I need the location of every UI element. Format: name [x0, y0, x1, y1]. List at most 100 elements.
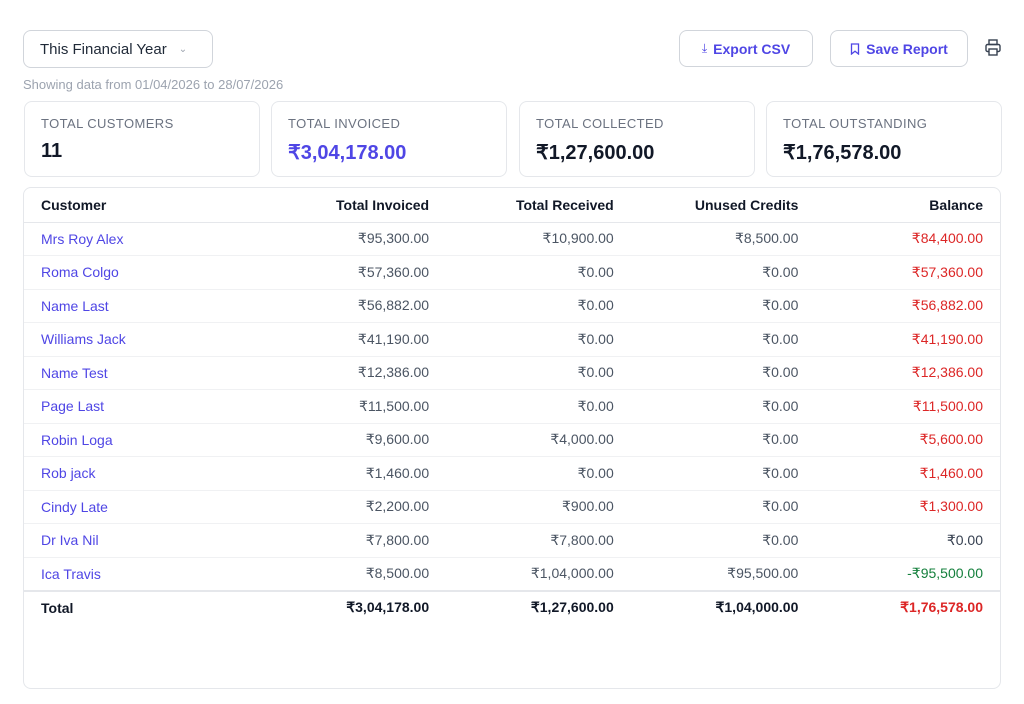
customer-name-link[interactable]: Roma Colgo — [24, 255, 224, 290]
card-value: ₹1,76,578.00 — [783, 142, 902, 164]
table-row: Cindy Late ₹2,200.00 ₹900.00 ₹0.00 ₹1,300.00 — [24, 490, 1000, 524]
customer-name-link[interactable]: Page Last — [24, 389, 224, 424]
total-invoiced-cell: ₹7,800.00 — [223, 523, 430, 558]
total-invoiced: ₹3,04,178.00 — [223, 589, 430, 624]
download-icon: ⤓ — [701, 41, 708, 55]
unused-credits-cell: ₹0.00 — [613, 423, 799, 457]
period-select-value: This Financial Year — [40, 40, 167, 58]
total-invoiced-cell: ₹56,882.00 — [223, 289, 430, 323]
table-row: Williams Jack ₹41,190.00 ₹0.00 ₹0.00 ₹41,190… — [24, 322, 1000, 357]
card-value: 11 — [41, 140, 63, 162]
unused-credits-cell: ₹0.00 — [613, 322, 799, 357]
total-invoiced-card: TOTAL INVOICED ₹3,04,178.00 — [271, 101, 507, 177]
total-received-cell: ₹7,800.00 — [429, 523, 614, 558]
printer-icon[interactable] — [985, 39, 1001, 57]
balance-cell: ₹12,386.00 — [798, 356, 1000, 390]
total-received-cell: ₹10,900.00 — [429, 222, 614, 256]
total-credits: ₹1,04,000.00 — [613, 589, 799, 624]
column-header-total-invoiced: Total Invoiced — [223, 188, 430, 223]
card-value: ₹3,04,178.00 — [288, 142, 407, 164]
card-title: TOTAL OUTSTANDING — [783, 116, 928, 131]
balance-cell: ₹41,190.00 — [798, 322, 1000, 357]
balance-cell: ₹1,460.00 — [798, 456, 1000, 491]
chevron-down-icon: ⌄ — [178, 43, 188, 55]
total-received-cell: ₹0.00 — [429, 322, 614, 357]
balance-cell: ₹1,300.00 — [798, 490, 1000, 524]
customer-name-link[interactable]: Williams Jack — [24, 322, 224, 357]
customer-balance-table: Customer Total Invoiced Total Received U… — [23, 187, 1001, 689]
customer-name-link[interactable]: Name Last — [24, 289, 224, 323]
card-title: TOTAL COLLECTED — [536, 116, 664, 131]
customer-name-link[interactable]: Dr Iva Nil — [24, 523, 224, 558]
total-received-cell: ₹4,000.00 — [429, 423, 614, 457]
total-received-cell: ₹0.00 — [429, 356, 614, 390]
balance-cell: ₹0.00 — [798, 523, 1000, 558]
unused-credits-cell: ₹0.00 — [613, 490, 799, 524]
customer-name-link[interactable]: Name Test — [24, 356, 224, 390]
customer-name-link[interactable]: Ica Travis — [24, 557, 224, 591]
total-invoiced-cell: ₹11,500.00 — [223, 389, 430, 424]
total-invoiced-cell: ₹41,190.00 — [223, 322, 430, 357]
total-received-cell: ₹0.00 — [429, 255, 614, 290]
unused-credits-cell: ₹0.00 — [613, 389, 799, 424]
total-invoiced-cell: ₹1,460.00 — [223, 456, 430, 491]
unused-credits-cell: ₹95,500.00 — [613, 557, 799, 591]
total-outstanding-card: TOTAL OUTSTANDING ₹1,76,578.00 — [766, 101, 1002, 177]
unused-credits-cell: ₹0.00 — [613, 255, 799, 290]
card-title: TOTAL CUSTOMERS — [41, 116, 174, 131]
total-invoiced-cell: ₹8,500.00 — [223, 557, 430, 591]
table-row: Ica Travis ₹8,500.00 ₹1,04,000.00 ₹95,500.0… — [24, 557, 1000, 591]
total-received: ₹1,27,600.00 — [429, 589, 614, 624]
total-invoiced-cell: ₹2,200.00 — [223, 490, 430, 524]
table-row: Mrs Roy Alex ₹95,300.00 ₹10,900.00 ₹8,500.0… — [24, 222, 1000, 256]
table-row: Page Last ₹11,500.00 ₹0.00 ₹0.00 ₹11,500.00 — [24, 389, 1000, 424]
total-received-cell: ₹0.00 — [429, 289, 614, 323]
column-header-total-received: Total Received — [429, 188, 614, 223]
unused-credits-cell: ₹0.00 — [613, 289, 799, 323]
table-total-row: Total ₹3,04,178.00 ₹1,27,600.00 ₹1,04,00… — [24, 589, 1000, 624]
unused-credits-cell: ₹8,500.00 — [613, 222, 799, 256]
unused-credits-cell: ₹0.00 — [613, 523, 799, 558]
customer-name-link[interactable]: Rob jack — [24, 456, 224, 491]
table-row: Robin Loga ₹9,600.00 ₹4,000.00 ₹0.00 ₹5,600.… — [24, 423, 1000, 457]
table-header-row: Customer Total Invoiced Total Received U… — [24, 188, 1000, 223]
customer-name-link[interactable]: Cindy Late — [24, 490, 224, 524]
column-header-balance: Balance — [798, 188, 1000, 223]
total-received-cell: ₹900.00 — [429, 490, 614, 524]
balance-cell: ₹5,600.00 — [798, 423, 1000, 457]
total-label: Total — [24, 589, 224, 624]
date-range-note: Showing data from 01/04/2026 to 28/07/20… — [23, 77, 284, 92]
unused-credits-cell: ₹0.00 — [613, 356, 799, 390]
save-report-label: Save Report — [866, 40, 948, 57]
balance-cell: ₹57,360.00 — [798, 255, 1000, 290]
table-row: Roma Colgo ₹57,360.00 ₹0.00 ₹0.00 ₹57,360.00 — [24, 255, 1000, 290]
balance-cell: -₹95,500.00 — [798, 557, 1000, 591]
column-header-customer: Customer — [24, 188, 224, 223]
balance-cell: ₹11,500.00 — [798, 389, 1000, 424]
save-report-button[interactable]: Save Report — [830, 30, 968, 67]
export-csv-label: Export CSV — [713, 40, 791, 57]
table-row: Name Last ₹56,882.00 ₹0.00 ₹0.00 ₹56,882.00 — [24, 289, 1000, 323]
total-received-cell: ₹1,04,000.00 — [429, 557, 614, 591]
total-collected-card: TOTAL COLLECTED ₹1,27,600.00 — [519, 101, 755, 177]
table-row: Dr Iva Nil ₹7,800.00 ₹7,800.00 ₹0.00 ₹0.00 — [24, 523, 1000, 558]
unused-credits-cell: ₹0.00 — [613, 456, 799, 491]
customer-name-link[interactable]: Robin Loga — [24, 423, 224, 457]
total-invoiced-cell: ₹9,600.00 — [223, 423, 430, 457]
table-row: Name Test ₹12,386.00 ₹0.00 ₹0.00 ₹12,386.00 — [24, 356, 1000, 390]
bookmark-icon — [850, 42, 860, 55]
period-select[interactable]: This Financial Year ⌄ — [23, 30, 213, 68]
balance-cell: ₹56,882.00 — [798, 289, 1000, 323]
total-invoiced-cell: ₹57,360.00 — [223, 255, 430, 290]
total-invoiced-cell: ₹95,300.00 — [223, 222, 430, 256]
table-row: Rob jack ₹1,460.00 ₹0.00 ₹0.00 ₹1,460.00 — [24, 456, 1000, 491]
balance-cell: ₹84,400.00 — [798, 222, 1000, 256]
total-received-cell: ₹0.00 — [429, 389, 614, 424]
total-received-cell: ₹0.00 — [429, 456, 614, 491]
column-header-unused-credits: Unused Credits — [613, 188, 799, 223]
total-balance: ₹1,76,578.00 — [798, 589, 1000, 624]
customer-name-link[interactable]: Mrs Roy Alex — [24, 222, 224, 256]
total-customers-card: TOTAL CUSTOMERS 11 — [24, 101, 260, 177]
export-csv-button[interactable]: ⤓ Export CSV — [679, 30, 813, 67]
card-title: TOTAL INVOICED — [288, 116, 401, 131]
